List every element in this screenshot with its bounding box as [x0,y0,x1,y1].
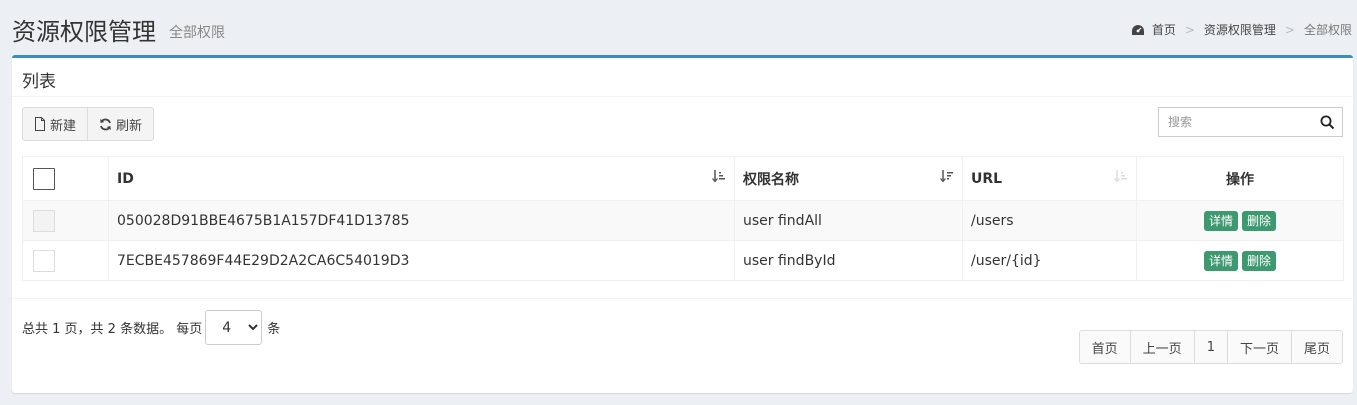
page-title: 资源权限管理 [12,18,156,46]
table-row: 7ECBE457869F44E29D2A2CA6C54019D3 user fi… [22,240,1344,281]
breadcrumb-all-permissions: 全部权限 [1303,23,1352,37]
column-header-id[interactable]: ID [108,156,735,201]
breadcrumb-home[interactable]: 首页 [1152,21,1176,38]
next-page-button[interactable]: 下一页 [1227,330,1292,364]
pager-info: 总共 1 页，共 2 条数据。 每页 1 2 3 4 5 条 [22,310,280,345]
detail-button[interactable]: 详情 [1203,250,1238,271]
refresh-button-label: 刷新 [116,118,143,134]
dashboard-icon [1131,24,1144,35]
column-header-url[interactable]: URL [962,156,1137,201]
sort-icon[interactable] [1114,169,1128,183]
toolbar: 新建 刷新 [22,107,155,141]
sort-icon[interactable] [712,169,726,183]
refresh-button[interactable]: 刷新 [88,107,155,141]
column-id-label: ID [117,170,134,187]
breadcrumb-resource-permission[interactable]: 资源权限管理 [1204,21,1276,38]
detail-button[interactable]: 详情 [1203,210,1238,231]
pager-unit: 条 [267,322,281,337]
search-input[interactable] [1159,108,1309,136]
content-header: 资源权限管理 全部权限 首页 > 资源权限管理 > 全部权限 [0,0,1357,56]
cell-name: user findById [734,240,963,281]
sort-icon[interactable] [940,169,954,183]
select-all-checkbox[interactable] [33,167,55,190]
delete-button[interactable]: 删除 [1242,250,1277,271]
permission-table: ID 权限名称 URL 操作 050028D91BBE4675B1A157DF4… [22,156,1344,281]
breadcrumb-separator: > [1184,22,1195,37]
breadcrumb: 首页 > 资源权限管理 > 全部权限 [1131,21,1352,38]
row-select-cell [22,200,109,241]
breadcrumb-separator: > [1284,22,1295,37]
cell-url: /users [962,200,1137,241]
column-actions-label: 操作 [1226,171,1254,188]
permission-list-box: 列表 新建 刷新 ID [12,55,1353,393]
select-all-cell [22,156,109,201]
file-icon [34,117,46,131]
new-button[interactable]: 新建 [22,107,89,141]
cell-actions: 详情 删除 [1136,200,1344,241]
footer-divider [12,298,1353,299]
delete-button[interactable]: 删除 [1242,210,1277,231]
box-title: 列表 [22,72,56,92]
table-row: 050028D91BBE4675B1A157DF41D13785 user fi… [22,200,1344,241]
column-name-label: 权限名称 [743,171,799,188]
column-header-actions: 操作 [1136,156,1344,201]
cell-name: user findAll [734,200,963,241]
last-page-button[interactable]: 尾页 [1291,330,1343,364]
cell-actions: 详情 删除 [1136,240,1344,281]
page-size-select[interactable]: 1 2 3 4 5 [205,310,263,345]
row-checkbox[interactable] [33,249,55,272]
first-page-button[interactable]: 首页 [1078,330,1131,364]
page-subtitle: 全部权限 [169,25,225,41]
search-icon[interactable] [1320,115,1335,134]
pagination: 首页 上一页 1 下一页 尾页 [1078,330,1343,364]
cell-id: 050028D91BBE4675B1A157DF41D13785 [108,200,735,241]
row-select-cell [22,240,109,281]
new-button-label: 新建 [50,118,77,134]
box-header: 列表 [12,58,1353,97]
prev-page-button[interactable]: 上一页 [1130,330,1195,364]
column-url-label: URL [971,170,1003,187]
table-header-row: ID 权限名称 URL 操作 [22,156,1344,201]
refresh-icon [99,118,112,131]
cell-url: /user/{id} [962,240,1137,281]
column-header-name[interactable]: 权限名称 [734,156,963,201]
cell-id: 7ECBE457869F44E29D2A2CA6C54019D3 [108,240,735,281]
search-box [1158,107,1343,137]
pager-summary: 总共 1 页，共 2 条数据。 每页 [22,322,203,337]
page-number-button[interactable]: 1 [1194,330,1228,364]
row-checkbox[interactable] [33,209,55,232]
